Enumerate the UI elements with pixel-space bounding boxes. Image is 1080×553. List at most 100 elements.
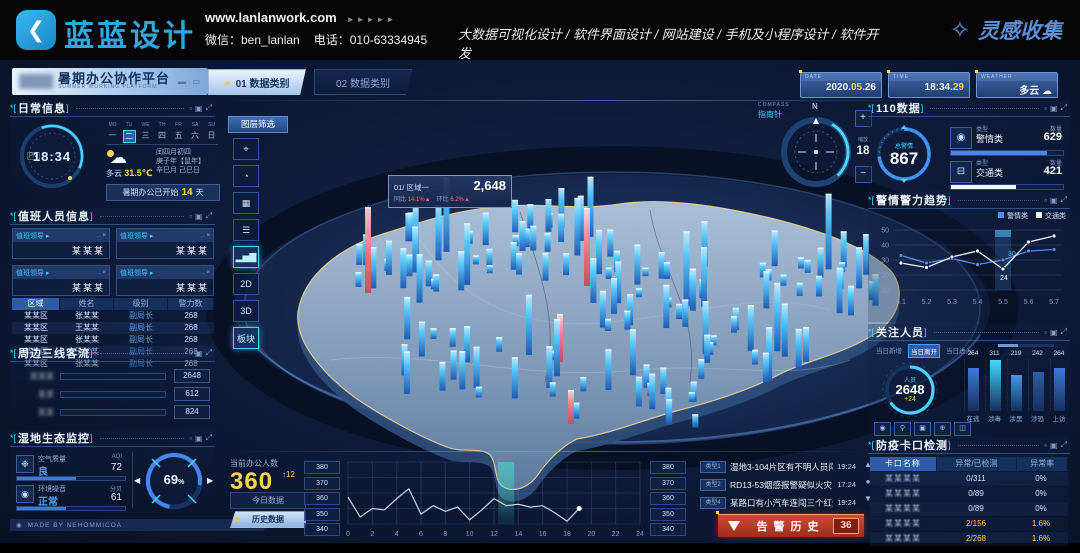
weekday-cell[interactable]: TH四 [156,122,169,143]
2d-layer-button[interactable]: 2D [233,273,259,295]
column-header[interactable]: 卡口名称 [870,457,937,471]
checkpoint-row[interactable]: 某某某某0/890% [870,502,1068,516]
block-layer-button[interactable]: 板块 [233,327,259,349]
flow-row: 某某某2648 [14,369,210,383]
column-header[interactable]: 级别 [114,298,168,310]
weekday-cell[interactable]: FR五 [172,122,185,143]
alert-row[interactable]: 类型1湿地3-104片区有不明人员闯入19:24 [700,459,856,474]
list-layer-button[interactable]: ☰ [233,219,259,241]
window-icon[interactable]: ▫ [1044,328,1047,337]
scrollbar[interactable] [998,344,1054,347]
flow-bar-track [60,373,166,380]
expand-icon[interactable]: ⤢ [1061,327,1067,337]
column-header[interactable]: 警力数 [168,298,214,310]
tab-data-category-1[interactable]: ▰01 数据类别 [208,69,306,95]
flow-label: 某某某 [14,371,60,382]
legend-item: 警情类 [998,211,1028,221]
metric-number: 61 [111,492,122,503]
window-icon[interactable]: ▫ [189,349,192,358]
up-arrow-icon: ▲ [464,197,470,203]
window-icon[interactable]: ▫ [1044,104,1047,113]
focus-tool-button[interactable]: ▣ [914,422,931,436]
close-icon[interactable]: ‥ × [201,232,210,239]
focus-tool-button[interactable]: ◉ [874,422,891,436]
tab-icon: ▰ [224,78,230,87]
pin-icon[interactable]: ▣ [195,104,203,113]
history-data-button[interactable]: 历史数据 [230,511,306,528]
duty-leader-cards: 值班领导 ▸‥ ×某某某值班领导 ▸‥ ×某某某值班领导 ▸‥ ×某某某值班领导… [12,228,214,296]
yoy-value: 14.1% [408,197,425,203]
gauge-value: 69 [164,472,178,487]
column-header[interactable]: 区域 [12,298,60,310]
layer-filter-title: 图层筛选 [228,116,288,133]
window-icon[interactable]: ▫ [189,104,192,113]
scroll-down-icon[interactable]: ▼ [862,494,874,503]
weekday-cell[interactable]: TU二 [123,122,136,143]
duty-leader-card[interactable]: 值班领导 ▸‥ ×某某某 [116,265,214,296]
scroll-up-icon[interactable]: ▲ [862,460,874,469]
close-icon[interactable]: ‥ × [97,232,106,239]
weekday-cell[interactable]: SU日 [205,122,218,143]
arrow-left-icon[interactable]: ◀ [134,476,140,485]
arrow-right-icon[interactable]: ▶ [207,476,213,485]
pin-icon[interactable]: ▣ [1050,104,1058,113]
pin-layer-button[interactable]: ⌖ [233,138,259,160]
scroll-dot-icon[interactable]: ● [862,477,874,486]
expand-icon[interactable]: ⤢ [206,103,212,113]
checkpoint-row[interactable]: 某某某某0/3110% [870,472,1068,486]
focus-tab-1[interactable]: 当日新增 [874,344,904,358]
ytick-box: 340 [650,523,686,536]
table-row[interactable]: 某某区张某某副局长268 [12,310,214,322]
close-icon[interactable]: ‥ × [97,269,106,276]
alarm-history-button[interactable]: 告警历史 36 [718,514,864,537]
weekday-cell[interactable]: MO一 [106,122,119,143]
expand-icon[interactable]: ⤢ [206,211,212,221]
close-icon[interactable]: ‥ × [201,269,210,276]
tab-data-category-2[interactable]: 02 数据类别 [314,69,412,95]
bar [990,360,1001,411]
alert-row[interactable]: 类型2RD13-53烟感报警疑似火灾17:24 [700,477,856,492]
divider-line [228,451,868,452]
stats-layer-button[interactable]: ▦ [233,192,259,214]
weekday-cell[interactable]: WE三 [139,122,152,143]
pin-icon[interactable]: ▣ [195,349,203,358]
today-data-button[interactable]: 今日数据 [230,492,306,509]
checkpoint-row[interactable]: 某某某某2/1561.6% [870,517,1068,531]
focus-tool-button[interactable]: ⊕ [934,422,951,436]
3d-layer-button[interactable]: 3D [233,300,259,322]
expand-icon[interactable]: ⤢ [1061,440,1067,450]
pin-icon[interactable]: ▣ [1050,196,1058,205]
expand-icon[interactable]: ⤢ [1061,195,1067,205]
compass-dial[interactable] [776,112,856,192]
window-icon[interactable]: ▫ [189,212,192,221]
map-extrusion [298,202,899,502]
svg-text:2: 2 [370,531,374,538]
radar-layer-button[interactable]: ◔ [233,165,259,187]
table-row[interactable]: 某某区王某某副局长268 [12,322,214,334]
focus-tool-button[interactable]: ⚲ [894,422,911,436]
checkpoint-row[interactable]: 某某某某2/2681.6% [870,532,1068,546]
expand-icon[interactable]: ⤢ [206,433,212,443]
window-icon[interactable]: ▫ [189,434,192,443]
pin-icon[interactable]: ▣ [195,212,203,221]
column-header[interactable]: 异常率 [1017,457,1068,471]
duty-leader-card[interactable]: 值班领导 ▸‥ ×某某某 [12,265,110,296]
window-icon[interactable]: ▫ [1044,441,1047,450]
duty-leader-card[interactable]: 值班领导 ▸‥ ×某某某 [116,228,214,259]
column-header[interactable]: 姓名 [60,298,114,310]
barchart-layer-button[interactable]: ▂▅▇ [233,246,259,268]
window-icon[interactable]: ▫ [1044,196,1047,205]
weekday-cell[interactable]: SA六 [189,122,202,143]
site-url[interactable]: www.lanlanwork.com [205,10,337,25]
alert-row[interactable]: 类型4某路口有小汽车连闯三个红灯19:24 [700,495,856,510]
expand-icon[interactable]: ⤢ [1061,103,1067,113]
pin-icon[interactable]: ▣ [1050,328,1058,337]
column-header[interactable]: 异常/已检测 [937,457,1018,471]
pin-icon[interactable]: ▣ [195,434,203,443]
duty-leader-card[interactable]: 值班领导 ▸‥ ×某某某 [12,228,110,259]
pin-icon[interactable]: ▣ [1050,441,1058,450]
checkpoint-row[interactable]: 某某某某0/890% [870,487,1068,501]
focus-tab-2[interactable]: 当日离开 [908,344,940,358]
checkpoint-name: 某某某某 [870,532,936,546]
expand-icon[interactable]: ⤢ [206,348,212,358]
